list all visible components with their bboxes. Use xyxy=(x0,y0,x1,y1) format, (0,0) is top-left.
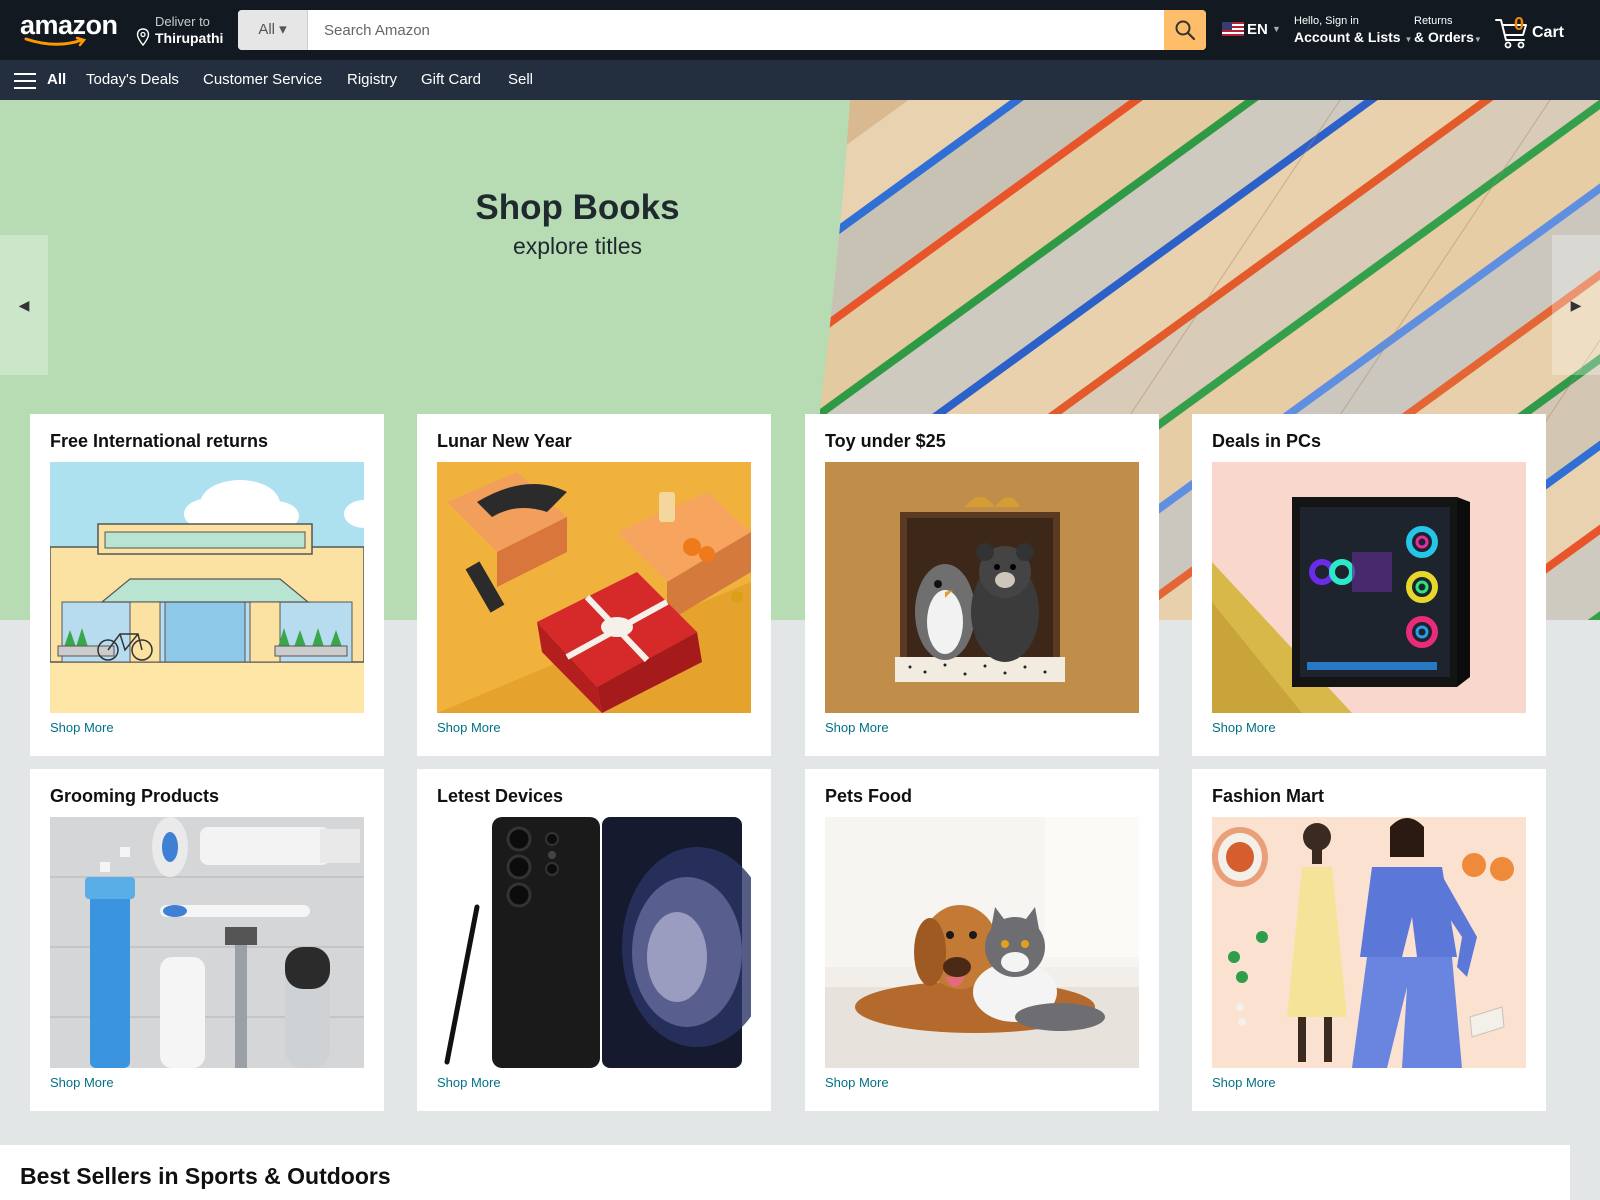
hero-subtitle: explore titles xyxy=(512,233,643,259)
smartphone-image xyxy=(437,817,751,1068)
fashion-models-image xyxy=(1212,817,1526,1068)
nav-all[interactable]: All xyxy=(47,71,66,88)
card-title: Letest Devices xyxy=(437,786,564,806)
card-title: Deals in PCs xyxy=(1212,431,1322,451)
shop-more-link[interactable]: Shop More xyxy=(50,1075,114,1090)
location-pin-icon xyxy=(136,28,150,46)
bestsellers-section: Best Sellers in Sports & Outdoors xyxy=(0,1145,1570,1200)
chevron-down-icon: ▼ xyxy=(1404,35,1413,44)
card-devices[interactable]: Letest Devices Shop More xyxy=(417,769,771,1111)
card-fashion[interactable]: Fashion Mart Shop More xyxy=(1192,769,1546,1111)
language-code: EN xyxy=(1247,21,1268,38)
nav-todays-deals[interactable]: Today's Deals xyxy=(86,71,179,88)
shop-more-link[interactable]: Shop More xyxy=(825,720,889,735)
shop-more-link[interactable]: Shop More xyxy=(437,1075,501,1090)
nav-sell[interactable]: Sell xyxy=(508,71,533,88)
shop-more-link[interactable]: Shop More xyxy=(437,720,501,735)
card-grooming[interactable]: Grooming Products Shop More xyxy=(30,769,384,1111)
us-flag-icon xyxy=(1222,22,1244,36)
deliver-location: Thirupathi xyxy=(155,30,224,46)
top-nav: amazon Deliver to Thirupathi All ▾ Searc… xyxy=(0,0,1600,60)
shop-more-link[interactable]: Shop More xyxy=(825,1075,889,1090)
nav-gift-card[interactable]: Gift Card xyxy=(421,71,481,88)
chevron-down-icon: ▼ xyxy=(1473,35,1482,44)
search-icon xyxy=(1175,20,1196,41)
gift-box-image xyxy=(437,462,751,713)
card-international-returns[interactable]: Free International returns Shop More xyxy=(30,414,384,756)
shop-more-link[interactable]: Shop More xyxy=(1212,720,1276,735)
sub-nav: All Today's Deals Customer Service Rigis… xyxy=(0,60,1600,100)
gaming-pc-image xyxy=(1212,462,1526,713)
hamburger-menu-icon[interactable] xyxy=(14,73,36,89)
dog-and-cat-image xyxy=(825,817,1139,1068)
search-bar: All ▾ xyxy=(238,10,1206,50)
search-category-label: All xyxy=(258,21,275,38)
shop-more-link[interactable]: Shop More xyxy=(50,720,114,735)
shop-more-link[interactable]: Shop More xyxy=(1212,1075,1276,1090)
chevron-down-icon: ▼ xyxy=(1272,24,1281,34)
nav-registry[interactable]: Rigistry xyxy=(347,71,397,88)
account-greeting: Hello, Sign in xyxy=(1294,15,1359,27)
amazon-logo[interactable]: amazon xyxy=(20,8,120,48)
search-category-select[interactable]: All ▾ xyxy=(238,10,308,50)
grooming-products-image xyxy=(50,817,364,1068)
card-title: Toy under $25 xyxy=(825,431,946,451)
hero-title: Shop Books xyxy=(475,188,680,227)
chevron-right-icon: ▶ xyxy=(1570,296,1582,313)
cart-label: Cart xyxy=(1532,24,1565,41)
returns-orders[interactable]: Returns & Orders▼ xyxy=(1414,15,1482,45)
nav-customer-service[interactable]: Customer Service xyxy=(203,71,322,88)
returns-label: Returns xyxy=(1414,15,1453,27)
search-input[interactable] xyxy=(308,10,1158,50)
deliver-label: Deliver to xyxy=(155,14,210,29)
section-heading: Best Sellers in Sports & Outdoors xyxy=(20,1163,391,1189)
card-title: Grooming Products xyxy=(50,786,220,806)
account-label: Account & Lists xyxy=(1294,29,1401,45)
card-title: Pets Food xyxy=(825,786,913,806)
plush-toys-image xyxy=(825,462,1139,713)
card-pets-food[interactable]: Pets Food Shop More xyxy=(805,769,1159,1111)
search-button[interactable] xyxy=(1164,10,1206,50)
card-title: Fashion Mart xyxy=(1212,786,1325,806)
card-title: Lunar New Year xyxy=(437,431,572,451)
orders-label: & Orders xyxy=(1414,29,1474,45)
chevron-left-icon: ◀ xyxy=(18,296,30,313)
card-lunar-new-year[interactable]: Lunar New Year Shop More xyxy=(417,414,771,756)
carousel-prev-button[interactable]: ◀ xyxy=(0,235,48,375)
card-pcs[interactable]: Deals in PCs Shop More xyxy=(1192,414,1546,756)
logo-smile-icon xyxy=(24,36,87,47)
cart-button[interactable]: 0 Cart xyxy=(1494,12,1574,52)
carousel-next-button[interactable]: ▶ xyxy=(1552,235,1600,375)
card-title: Free International returns xyxy=(50,431,269,451)
account-lists[interactable]: Hello, Sign in Account & Lists ▼ xyxy=(1294,15,1412,45)
card-toys[interactable]: Toy under $25 Shop More xyxy=(805,414,1159,756)
cart-count: 0 xyxy=(1514,14,1525,34)
storefront-illustration xyxy=(50,462,364,713)
